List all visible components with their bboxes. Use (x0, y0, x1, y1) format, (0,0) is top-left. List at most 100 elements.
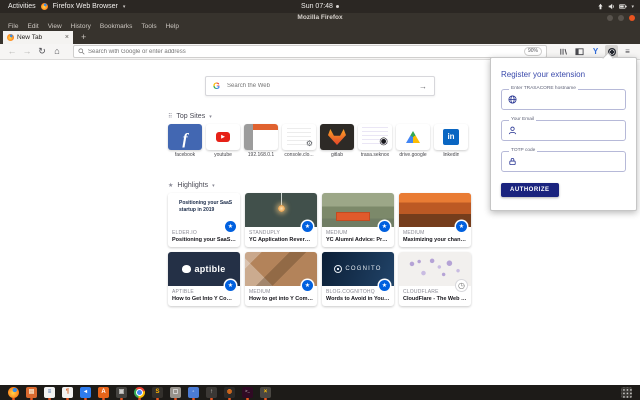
system-tools[interactable]: × (260, 386, 271, 400)
web-search-box[interactable]: G → (205, 76, 435, 96)
card-badge-icon[interactable] (456, 280, 467, 291)
menu-item[interactable]: Tools (141, 23, 156, 30)
minimize-button[interactable] (607, 14, 613, 21)
ubuntu-software[interactable]: A (98, 386, 109, 400)
remmina[interactable]: ◦ (188, 386, 199, 400)
top-site-label: youtube (214, 152, 232, 158)
system-tray[interactable]: ▾ (597, 3, 640, 10)
screenshot-tool[interactable]: ▣ (116, 386, 127, 400)
top-sites-label: Top Sites (176, 113, 206, 120)
volume-icon (609, 3, 615, 10)
facebook[interactable]: f facebook (168, 124, 202, 158)
tab-new-tab[interactable]: New Tab × (3, 31, 73, 44)
software-updater[interactable]: ↑ (206, 386, 217, 400)
highlight-card[interactable]: aptible APTIBLE How to Get Into Y Combin… (168, 252, 240, 306)
card-badge-icon[interactable] (379, 280, 390, 291)
chromium[interactable] (134, 386, 145, 400)
drive.google[interactable]: drive.google (396, 124, 430, 158)
menu-item[interactable]: Bookmarks (100, 23, 133, 30)
web-search-input[interactable] (225, 82, 414, 90)
reload-button[interactable]: ↻ (36, 45, 48, 58)
card-title[interactable]: How to Get Into Y Combinator … (168, 295, 240, 302)
totp-field[interactable]: TOTP code (501, 148, 626, 172)
back-button[interactable]: ← (6, 45, 18, 58)
192.168.0.1[interactable]: 192.168.0.1 (244, 124, 278, 158)
card-badge-icon[interactable] (456, 221, 467, 232)
window-titlebar[interactable]: Mozilla Firefox (0, 13, 640, 22)
card-title[interactable]: Positioning your SaaS startup i… (168, 236, 240, 243)
firefox[interactable] (8, 386, 19, 400)
card-title[interactable]: YC Alumni Advice: Preparing f… (322, 236, 394, 243)
highlight-card[interactable]: CLOUDFLARE CloudFlare - The Web Perform… (399, 252, 471, 306)
sublime-text[interactable]: S (152, 386, 163, 400)
top-site-label: facebook (174, 152, 196, 158)
app-menu-button[interactable]: Firefox Web Browser (53, 3, 118, 10)
top-sites-heading[interactable]: ⠿ Top Sites ▾ (168, 113, 212, 120)
tab-close-icon[interactable]: × (65, 34, 69, 41)
app-menu-caret-icon: ▾ (122, 3, 126, 10)
card-title[interactable]: How to get into Y Combinator … (245, 295, 317, 302)
close-button[interactable] (629, 14, 635, 21)
clock-text[interactable]: Sun 07:48 (301, 3, 333, 10)
email-input[interactable] (521, 126, 619, 135)
card-badge-icon[interactable] (225, 221, 236, 232)
menu-item[interactable]: Help (166, 23, 179, 30)
card-badge-icon[interactable] (302, 280, 313, 291)
vscode[interactable]: ◂ (80, 386, 91, 400)
gitlab[interactable]: gitlab (320, 124, 354, 158)
email-field[interactable]: Your Email (501, 116, 626, 141)
highlights-heading[interactable]: ★ Highlights ▾ (168, 182, 215, 189)
url-input[interactable] (88, 48, 521, 55)
card-title[interactable]: CloudFlare - The Web Perform… (399, 295, 471, 302)
linkedin[interactable]: in linkedin (434, 124, 468, 158)
site-logo-icon: f (182, 131, 188, 148)
home-button[interactable]: ⌂ (51, 45, 63, 58)
activities-button[interactable]: Activities (8, 3, 36, 10)
highlight-card[interactable]: STANDUPLY YC Application Reverse Engine… (245, 193, 317, 247)
forward-button[interactable]: → (21, 45, 33, 58)
highlight-card[interactable]: MEDIUM Maximizing your chances of ge… (399, 193, 471, 247)
maximize-button[interactable] (618, 14, 624, 21)
menu-item[interactable]: File (8, 23, 18, 30)
firefox-favicon (7, 34, 14, 41)
chevron-down-icon[interactable]: ▾ (209, 114, 212, 120)
chevron-down-icon[interactable]: ▾ (212, 183, 215, 189)
youtube[interactable]: ▶ youtube (206, 124, 240, 158)
libreoffice-writer[interactable]: ≡ (44, 386, 55, 400)
blender[interactable]: ◍ (224, 386, 235, 400)
file-manager[interactable]: ▤ (26, 386, 37, 400)
url-bar[interactable]: 90% (73, 45, 547, 58)
highlight-card[interactable]: COGNITO BLOG.COGNITOHQ Words to Avoid in… (322, 252, 394, 306)
email-field-label: Your Email (509, 116, 537, 123)
top-site-label: drive.google (399, 152, 427, 158)
card-title[interactable]: Maximizing your chances of ge… (399, 236, 471, 243)
menu-item[interactable]: View (48, 23, 62, 30)
new-tab-button[interactable]: + (81, 32, 86, 42)
google-logo-icon: G (213, 81, 221, 91)
highlight-card[interactable]: MEDIUM YC Alumni Advice: Preparing f… (322, 193, 394, 247)
card-badge-icon[interactable] (379, 221, 390, 232)
card-title[interactable]: Words to Avoid in Your YC Ap… (322, 295, 394, 302)
site-logo-icon: in (443, 129, 459, 145)
totp-input[interactable] (521, 157, 619, 166)
search-submit-arrow-icon[interactable]: → (419, 82, 427, 91)
card-title[interactable]: YC Application Reverse Engine… (245, 236, 317, 243)
console.clo...[interactable]: ⚙ console.clo... (282, 124, 316, 158)
archive-manager[interactable]: ▢ (170, 386, 181, 400)
highlight-card[interactable]: Positioning your SaaS startup in 2019 EL… (168, 193, 240, 247)
menu-item[interactable]: Edit (27, 23, 38, 30)
top-site-label: gitlab (331, 152, 343, 158)
terminal[interactable]: >_ (242, 386, 253, 400)
card-badge-icon[interactable] (225, 280, 236, 291)
hostname-input[interactable] (521, 95, 619, 104)
hostname-field[interactable]: Enter TRASACORE hostname (501, 86, 626, 110)
show-applications-grid-icon[interactable] (621, 387, 632, 398)
zoom-level-badge[interactable]: 90% (523, 47, 542, 56)
menu-item[interactable]: History (71, 23, 91, 30)
card-badge-icon[interactable] (302, 221, 313, 232)
authorize-button[interactable]: AUTHORIZE (501, 183, 559, 197)
document-viewer[interactable]: ¶ (62, 386, 73, 400)
top-sites-row: f facebook ▶ youtube 192.168.0.1 ⚙ conso… (168, 124, 468, 158)
highlight-card[interactable]: MEDIUM How to get into Y Combinator … (245, 252, 317, 306)
trasa.seknox[interactable]: ◉ trasa.seknox (358, 124, 392, 158)
